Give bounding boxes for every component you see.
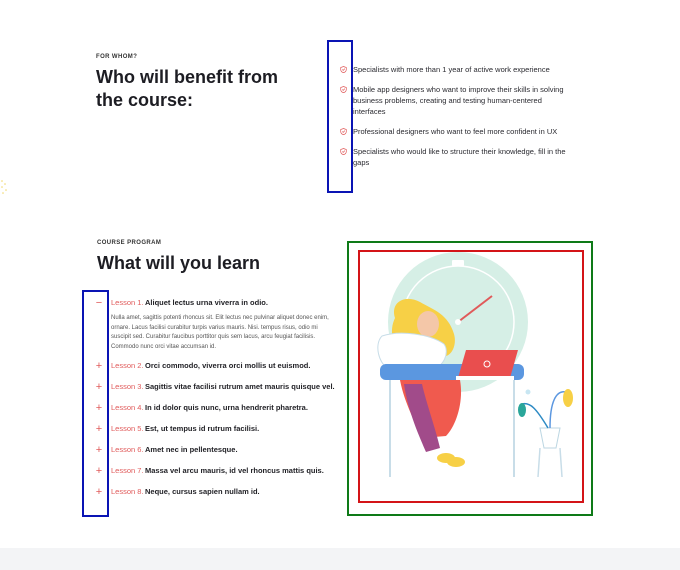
- shield-check-icon: [340, 66, 347, 73]
- decorative-dots: [1, 180, 7, 194]
- minus-icon[interactable]: −: [95, 297, 103, 309]
- lesson-number: Lesson 5.: [111, 424, 144, 433]
- lesson-number: Lesson 3.: [111, 382, 144, 391]
- lesson-title[interactable]: Sagittis vitae facilisi rutrum amet maur…: [145, 381, 335, 393]
- plus-icon[interactable]: +: [95, 444, 103, 456]
- lesson-item[interactable]: + Lesson 3. Sagittis vitae facilisi rutr…: [95, 381, 335, 402]
- lesson-number: Lesson 7.: [111, 466, 144, 475]
- learning-illustration: [377, 252, 573, 478]
- plus-icon[interactable]: +: [95, 381, 103, 393]
- shield-check-icon: [340, 86, 347, 93]
- lesson-number: Lesson 8.: [111, 487, 144, 496]
- for-whom-eyebrow: FOR WHOM?: [96, 54, 138, 60]
- lesson-number: Lesson 4.: [111, 403, 144, 412]
- lesson-item[interactable]: + Lesson 4. In id dolor quis nunc, urna …: [95, 402, 330, 423]
- benefit-text: Specialists with more than 1 year of act…: [353, 65, 550, 74]
- for-whom-heading-line2: the course:: [96, 90, 194, 110]
- plus-icon[interactable]: +: [95, 486, 103, 498]
- plus-icon[interactable]: +: [95, 423, 103, 435]
- lesson-number: Lesson 2.: [111, 361, 144, 370]
- for-whom-heading: Who will benefit from the course:: [96, 66, 278, 112]
- lesson-item[interactable]: + Lesson 2. Orci commodo, viverra orci m…: [95, 360, 330, 381]
- for-whom-heading-line1: Who will benefit from: [96, 67, 278, 87]
- lesson-item[interactable]: + Lesson 7. Massa vel arcu mauris, id ve…: [95, 465, 330, 486]
- lesson-number: Lesson 6.: [111, 445, 144, 454]
- plus-icon[interactable]: +: [95, 402, 103, 414]
- benefit-item: Professional designers who want to feel …: [338, 126, 573, 137]
- lessons-accordion: − Lesson 1. Aliquet lectus urna viverra …: [95, 297, 335, 507]
- benefit-item: Mobile app designers who want to improve…: [338, 84, 573, 117]
- lesson-title[interactable]: Amet nec in pellentesque.: [145, 444, 238, 456]
- lesson-number: Lesson 1.: [111, 298, 144, 307]
- lesson-title[interactable]: Massa vel arcu mauris, id vel rhoncus ma…: [145, 465, 324, 477]
- benefit-item: Specialists with more than 1 year of act…: [338, 64, 573, 75]
- shield-check-icon: [340, 128, 347, 135]
- benefits-list: Specialists with more than 1 year of act…: [338, 64, 573, 177]
- plus-icon[interactable]: +: [95, 360, 103, 372]
- lesson-item[interactable]: + Lesson 6. Amet nec in pellentesque.: [95, 444, 330, 465]
- benefit-text: Mobile app designers who want to improve…: [353, 85, 564, 116]
- lesson-title[interactable]: Aliquet lectus urna viverra in odio.: [145, 297, 268, 309]
- program-eyebrow: COURSE PROGRAM: [97, 240, 162, 246]
- plus-icon[interactable]: +: [95, 465, 103, 477]
- lesson-item[interactable]: + Lesson 5. Est, ut tempus id rutrum fac…: [95, 423, 330, 444]
- benefit-text: Professional designers who want to feel …: [353, 127, 558, 136]
- benefit-text: Specialists who would like to structure …: [353, 147, 566, 167]
- lesson-title[interactable]: Neque, cursus sapien nullam id.: [145, 486, 260, 498]
- lesson-title[interactable]: In id dolor quis nunc, urna hendrerit ph…: [145, 402, 308, 414]
- lesson-item[interactable]: + Lesson 8. Neque, cursus sapien nullam …: [95, 486, 330, 507]
- program-heading: What will you learn: [97, 253, 261, 273]
- lesson-item[interactable]: − Lesson 1. Aliquet lectus urna viverra …: [95, 297, 330, 360]
- shield-check-icon: [340, 148, 347, 155]
- benefit-item: Specialists who would like to structure …: [338, 146, 573, 168]
- lesson-title[interactable]: Est, ut tempus id rutrum facilisi.: [145, 423, 259, 435]
- lesson-title[interactable]: Orci commodo, viverra orci mollis ut eui…: [145, 360, 310, 372]
- footer-band: [0, 548, 680, 570]
